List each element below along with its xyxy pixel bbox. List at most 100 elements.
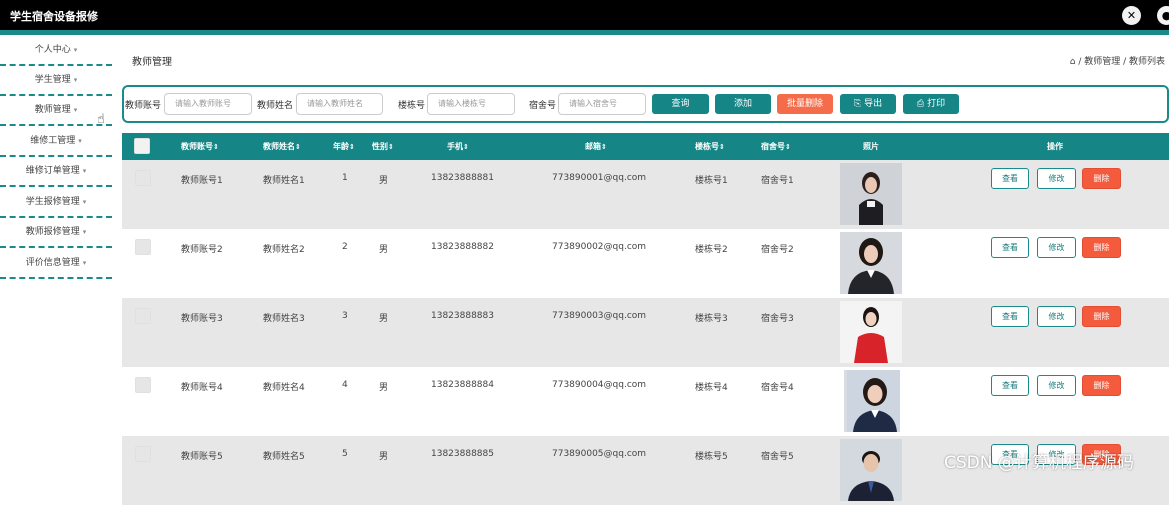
cell-age: 5	[342, 449, 348, 459]
sidebar-item-label: 学生管理	[34, 75, 71, 85]
cell-building: 楼栋号1	[695, 176, 728, 186]
building-input[interactable]: 请输入楼栋号	[427, 93, 515, 115]
sidebar-item-repairmen[interactable]: 维修工管理 ▾	[0, 127, 112, 157]
teacher-table: 教师账号⇕ 教师姓名⇕ 年龄⇕ 性别⇕ 手机⇕ 邮箱⇕ 楼栋号⇕ 宿舍号⇕ 照片…	[122, 133, 1169, 505]
cell-phone: 13823888883	[431, 311, 494, 321]
cell-phone: 13823888882	[431, 242, 494, 252]
sort-icon: ⇕	[295, 143, 301, 151]
sidebar-item-label: 维修订单管理	[25, 166, 80, 176]
row-checkbox[interactable]	[135, 308, 151, 324]
header-photo: 照片	[863, 142, 879, 151]
header-name[interactable]: 教师姓名⇕	[263, 133, 301, 160]
query-button[interactable]: 查询	[652, 94, 709, 114]
cell-email: 773890005@qq.com	[552, 449, 647, 459]
select-all-checkbox[interactable]	[134, 138, 150, 154]
cell-building: 楼栋号2	[695, 245, 728, 255]
table-row: 教师账号2 教师姓名2 2 男 13823888882 773890002@qq…	[122, 229, 1169, 298]
view-button[interactable]: 查看	[991, 168, 1029, 189]
row-checkbox[interactable]	[135, 446, 151, 462]
sidebar-item-repair-orders[interactable]: 维修订单管理 ▾	[0, 157, 112, 187]
cell-phone: 13823888884	[431, 380, 494, 390]
cell-gender: 男	[379, 245, 389, 255]
sidebar-item-reviews[interactable]: 评价信息管理 ▾	[0, 249, 112, 279]
sort-icon: ⇕	[719, 143, 725, 151]
view-button[interactable]: 查看	[991, 237, 1029, 258]
cell-name: 教师姓名2	[263, 245, 305, 255]
sidebar-item-label: 学生报修管理	[25, 197, 80, 207]
app-title: 学生宿舍设备报修	[10, 10, 98, 23]
cell-account: 教师账号2	[181, 245, 223, 255]
teacher-photo	[840, 301, 902, 363]
teacher-photo	[840, 232, 902, 294]
cell-age: 2	[342, 242, 348, 252]
delete-button[interactable]: 删除	[1082, 375, 1121, 396]
cell-account: 教师账号5	[181, 452, 223, 462]
table-header: 教师账号⇕ 教师姓名⇕ 年龄⇕ 性别⇕ 手机⇕ 邮箱⇕ 楼栋号⇕ 宿舍号⇕ 照片…	[122, 133, 1169, 160]
header-gender[interactable]: 性别⇕	[372, 133, 394, 160]
header-age[interactable]: 年龄⇕	[333, 133, 355, 160]
row-checkbox[interactable]	[135, 170, 151, 186]
name-input[interactable]: 请输入教师姓名	[296, 93, 383, 115]
sidebar-item-teacher-repairs[interactable]: 教师报修管理 ▾	[0, 218, 112, 248]
cell-email: 773890001@qq.com	[552, 173, 647, 183]
sidebar: 个人中心 ▾ 学生管理 ▾ 教师管理 ▾ 维修工管理 ▾ 维修订单管理 ▾ 学生报修管理 ▾…	[0, 36, 114, 478]
cell-age: 4	[342, 380, 348, 390]
header-building[interactable]: 楼栋号⇕	[695, 133, 725, 160]
add-button[interactable]: 添加	[715, 94, 771, 114]
name-label: 教师姓名	[257, 101, 294, 111]
row-checkbox[interactable]	[135, 239, 151, 255]
cell-phone: 13823888881	[431, 173, 494, 183]
cell-dorm: 宿舍号2	[761, 245, 794, 255]
account-input[interactable]: 请输入教师账号	[164, 93, 252, 115]
chevron-down-icon: ▾	[73, 46, 78, 54]
cell-email: 773890003@qq.com	[552, 311, 647, 321]
batch-delete-button[interactable]: 批量删除	[777, 94, 833, 114]
table-row: 教师账号4 教师姓名4 4 男 13823888884 773890004@qq…	[122, 367, 1169, 436]
chevron-down-icon: ▾	[82, 167, 87, 175]
sidebar-item-student-repairs[interactable]: 学生报修管理 ▾	[0, 188, 112, 218]
sidebar-item-teachers[interactable]: 教师管理 ▾	[0, 96, 112, 126]
export-icon: ⎘	[853, 99, 862, 109]
delete-button[interactable]: 删除	[1082, 237, 1121, 258]
sort-icon: ⇕	[213, 143, 219, 151]
user-icon[interactable]: ●	[1157, 6, 1169, 25]
hand-cursor-icon: ☝	[97, 112, 105, 127]
cell-dorm: 宿舍号1	[761, 176, 794, 186]
dorm-input[interactable]: 请输入宿舍号	[558, 93, 646, 115]
header-phone[interactable]: 手机⇕	[447, 133, 469, 160]
row-checkbox[interactable]	[135, 377, 151, 393]
delete-button[interactable]: 删除	[1082, 168, 1121, 189]
view-button[interactable]: 查看	[991, 375, 1029, 396]
table-row: 教师账号3 教师姓名3 3 男 13823888883 773890003@qq…	[122, 298, 1169, 367]
cell-name: 教师姓名5	[263, 452, 305, 462]
chevron-down-icon: ▾	[73, 106, 78, 114]
header-account[interactable]: 教师账号⇕	[181, 133, 219, 160]
sidebar-item-students[interactable]: 学生管理 ▾	[0, 66, 112, 96]
home-icon[interactable]: ⌂	[1070, 57, 1076, 67]
cell-dorm: 宿舍号4	[761, 383, 794, 393]
cell-gender: 男	[379, 452, 389, 462]
edit-button[interactable]: 修改	[1037, 375, 1076, 396]
sort-icon: ⇕	[349, 143, 355, 151]
header-actions: 操作	[1047, 142, 1063, 151]
cell-account: 教师账号1	[181, 176, 223, 186]
header-email[interactable]: 邮箱⇕	[585, 133, 607, 160]
cell-gender: 男	[379, 176, 389, 186]
header-dorm[interactable]: 宿舍号⇕	[761, 133, 791, 160]
fullscreen-icon[interactable]: ✕	[1122, 6, 1141, 25]
export-button[interactable]: ⎘ 导出	[840, 94, 896, 114]
view-button[interactable]: 查看	[991, 306, 1029, 327]
cell-email: 773890002@qq.com	[552, 242, 647, 252]
edit-button[interactable]: 修改	[1037, 237, 1076, 258]
edit-button[interactable]: 修改	[1037, 168, 1076, 189]
print-button[interactable]: ⎙ 打印	[903, 94, 959, 114]
chevron-down-icon: ▾	[82, 259, 87, 267]
cell-account: 教师账号4	[181, 383, 223, 393]
breadcrumb: ⌂ / 教师管理 / 教师列表	[1070, 54, 1165, 67]
sidebar-item-personal-center[interactable]: 个人中心 ▾	[0, 36, 112, 66]
delete-button[interactable]: 删除	[1082, 306, 1121, 327]
print-label: 打印	[927, 99, 946, 109]
sidebar-item-label: 教师报修管理	[25, 227, 80, 237]
edit-button[interactable]: 修改	[1037, 306, 1076, 327]
sort-icon: ⇕	[785, 143, 791, 151]
